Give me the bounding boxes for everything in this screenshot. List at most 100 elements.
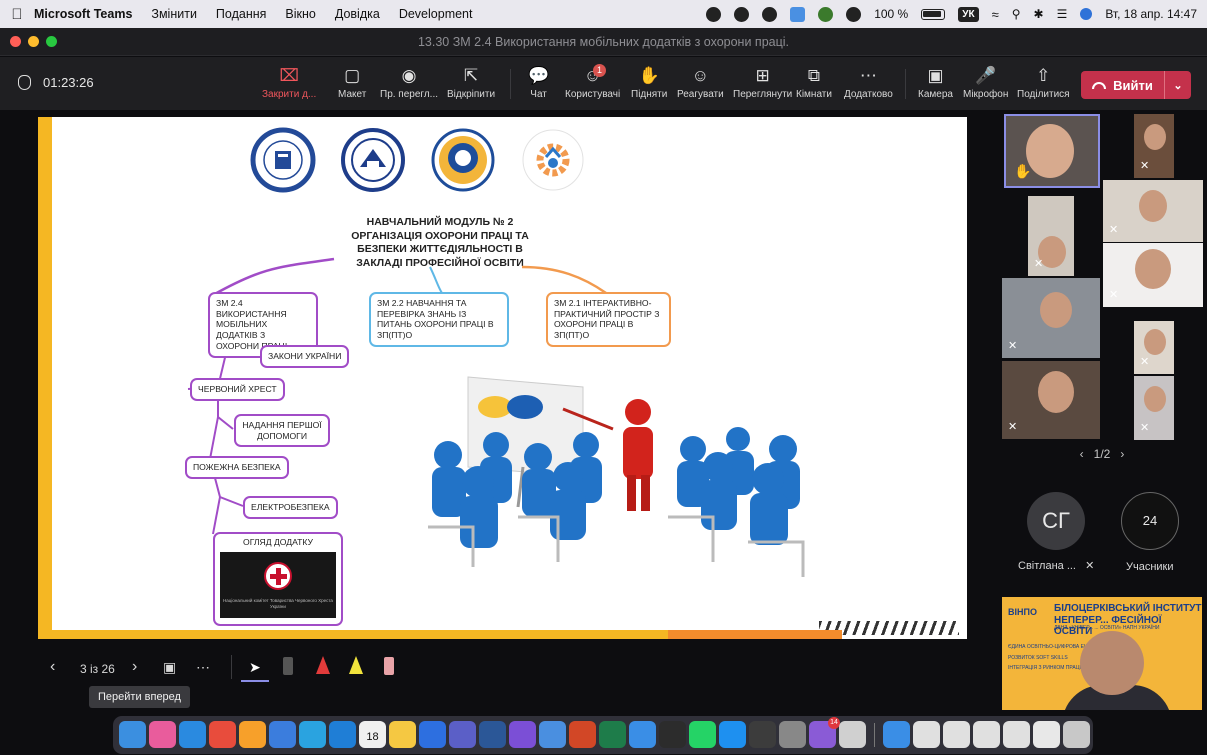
participant-tile-5[interactable]: ✕ [1103,243,1203,307]
finder-icon[interactable] [119,721,146,748]
app-review-video[interactable]: Національний комітет Товариства Червоног… [220,552,336,618]
viber-icon[interactable] [509,721,536,748]
finder-window-icon[interactable] [839,721,866,748]
whatsapp-icon[interactable] [689,721,716,748]
recent-window-icon[interactable] [913,721,940,748]
notes-icon[interactable] [389,721,416,748]
search-icon[interactable]: ⚲ [1012,7,1021,21]
downloads-icon[interactable] [883,721,910,748]
powerpoint-icon[interactable] [569,721,596,748]
shared-slide[interactable]: НАВЧАЛЬНИЙ МОДУЛЬ № 2 ОРГАНІЗАЦІЯ ОХОРОН… [38,117,967,639]
leave-main[interactable]: Вийти [1081,78,1164,93]
layout-button[interactable]: ▢ Макет [338,66,366,100]
leave-button[interactable]: Вийти ⌄ [1081,71,1191,99]
calculator-icon[interactable] [749,721,776,748]
participant-tile-9[interactable]: ✕ [1134,376,1174,440]
gallery-prev-icon[interactable]: ‹ [1080,447,1084,461]
participants-count[interactable]: 24 [1121,492,1179,550]
node-zm-2-1[interactable]: ЗМ 2.1 ІНТЕРАКТИВНО-ПРАКТИЧНИЙ ПРОСТІР З… [546,292,671,347]
participant-tile-3[interactable]: ✕ [1103,180,1203,242]
rooms-button[interactable]: ⧉ Кімнати [796,66,832,100]
recent-window-icon[interactable] [1033,721,1060,748]
photos-icon[interactable] [239,721,266,748]
react-button[interactable]: ☺ Реагувати [677,66,724,100]
node-electrical-safety[interactable]: ЕЛЕКТРОБЕЗПЕКА [243,496,338,519]
chevron-down-icon[interactable]: ⌄ [1165,79,1191,92]
menu-window[interactable]: Вікно [285,7,315,21]
status-heart-icon[interactable] [762,6,778,22]
messenger-icon[interactable] [329,721,356,748]
teams-icon[interactable] [449,721,476,748]
raise-hand-button[interactable]: ✋ Підняти [631,66,667,100]
participant-avatar[interactable]: СГ [1027,492,1085,550]
node-laws[interactable]: ЗАКОНИ УКРАЇНИ [260,345,350,368]
safari-icon[interactable] [179,721,206,748]
telegram-icon[interactable] [299,721,326,748]
mail-icon[interactable] [269,721,296,748]
bluetooth-icon[interactable]: ✱ [1034,7,1044,21]
stop-sharing-button[interactable]: ⌧ Закрити д... [262,66,316,100]
battery-icon[interactable] [921,8,946,20]
preview-button[interactable]: ◉ Пр. перегл... [380,66,438,100]
chat-button[interactable]: 💬 Чат [528,66,549,100]
pointer-tool-icon[interactable]: ➤ [249,659,261,676]
status-dropbox-icon[interactable] [818,6,834,22]
status-app-icon[interactable] [706,6,722,22]
node-fire-safety[interactable]: ПОЖЕЖНА БЕЗПЕКА [185,456,289,479]
highlighter-icon[interactable] [349,656,363,674]
app-store-icon[interactable] [719,721,746,748]
recent-window-icon[interactable] [943,721,970,748]
keyboard-layout[interactable]: УК [958,6,979,22]
eraser-icon[interactable] [384,657,394,675]
system-icon[interactable] [659,721,686,748]
next-slide-icon[interactable]: › [132,658,137,676]
control-center-icon[interactable]: ☰ [1057,7,1068,21]
status-app2-icon[interactable] [790,6,806,22]
viber2-icon[interactable]: 14 [809,717,840,748]
more-options-icon[interactable]: ⋯ [196,659,210,676]
wifi-icon[interactable]: ≈ [992,7,999,22]
participant-tile-6[interactable]: ✕ [1002,278,1100,358]
settings-icon[interactable] [779,721,806,748]
menu-view[interactable]: Подання [216,7,266,21]
status-shield-icon[interactable] [734,6,750,22]
menu-help[interactable]: Довідка [335,7,380,21]
zoom-icon[interactable] [419,721,446,748]
prev-slide-icon[interactable]: ‹ [50,658,55,676]
self-camera-feed[interactable]: ВІНПО БІЛОЦЕРКІВСЬКИЙ ІНСТИТУТ НЕПЕРЕР..… [1002,597,1202,710]
popout-button[interactable]: ⇱ Відкріпити [447,66,495,100]
pages-icon[interactable] [629,721,656,748]
recent-window-icon[interactable] [973,721,1000,748]
red-pen-icon[interactable] [316,656,330,674]
excel-icon[interactable] [599,721,626,748]
node-first-aid[interactable]: НАДАННЯ ПЕРШОЇ ДОПОМОГИ [234,414,330,448]
gallery-next-icon[interactable]: › [1120,447,1124,461]
status-cloud-icon[interactable] [846,6,862,22]
slide-grid-icon[interactable]: ▣ [163,659,176,676]
share-button[interactable]: ⇧ Поділитися [1017,66,1070,100]
app-review-box[interactable]: ОГЛЯД ДОДАТКУ Національний комітет Товар… [213,532,343,626]
microphone-button[interactable]: 🎤 Мікрофон [963,66,1008,100]
siri-icon[interactable] [1080,8,1093,20]
recent-window-icon[interactable] [1003,721,1030,748]
word-icon[interactable] [479,721,506,748]
more-button[interactable]: ⋯ Додатково [844,66,893,100]
participant-tile-8[interactable]: ✕ [1002,361,1100,439]
trash-icon[interactable] [1063,721,1090,748]
preview-icon[interactable] [539,721,566,748]
menu-app-name[interactable]: Microsoft Teams [34,7,132,21]
participant-tile-1[interactable]: ✋ [1004,114,1100,188]
camera-button[interactable]: ▣ Камера [918,66,953,100]
menu-clock[interactable]: Вт, 18 апр. 14:47 [1105,7,1197,21]
pen-tool-icon[interactable] [283,657,293,675]
apple-icon[interactable]:  [0,6,34,23]
node-red-cross[interactable]: ЧЕРВОНИЙ ХРЕСТ [190,378,285,401]
node-zm-2-2[interactable]: ЗМ 2.2 НАВЧАННЯ ТА ПЕРЕВІРКА ЗНАНЬ ІЗ ПИ… [369,292,509,347]
launchpad-icon[interactable] [149,721,176,748]
chrome-icon[interactable] [209,721,236,748]
view-button[interactable]: ⊞ Переглянути [733,66,792,100]
participant-tile-7[interactable]: ✕ [1134,321,1174,374]
participant-tile-2[interactable]: ✕ [1134,114,1174,178]
menu-edit[interactable]: Змінити [151,7,197,21]
calendar-icon[interactable]: 18 [359,721,386,748]
